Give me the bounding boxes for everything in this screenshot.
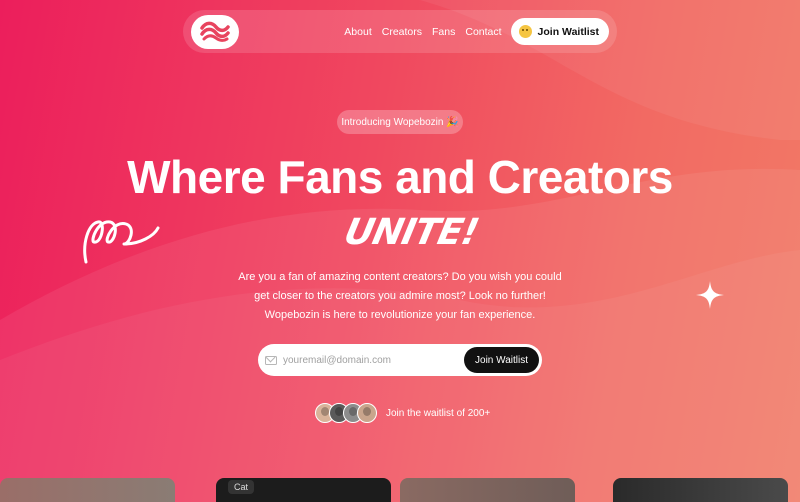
waitlist-social-proof: Join the waitlist of 200+: [315, 402, 490, 424]
nav-links: About Creators Fans Contact: [344, 26, 501, 38]
nav-link-contact[interactable]: Contact: [465, 26, 501, 38]
preview-card[interactable]: [400, 478, 575, 502]
join-waitlist-nav-button[interactable]: Join Waitlist: [510, 18, 609, 45]
squiggle-doodle-icon: [83, 220, 160, 264]
preview-card[interactable]: Cat: [216, 478, 391, 502]
avatar: [357, 403, 377, 423]
hero-headline: Where Fans and Creators: [127, 151, 673, 203]
preview-card-label: Cat: [228, 480, 255, 494]
preview-card[interactable]: [613, 478, 788, 502]
hero-script-word: UNITE!: [340, 212, 482, 253]
waitlist-signup-form: Join Waitlist: [258, 344, 542, 376]
top-nav: About Creators Fans Contact Join Waitlis…: [183, 10, 617, 53]
join-waitlist-nav-label: Join Waitlist: [537, 25, 599, 38]
avatar-group: [315, 403, 377, 423]
hero-description: Are you a fan of amazing content creator…: [238, 271, 562, 321]
preview-card[interactable]: [0, 478, 175, 502]
email-input[interactable]: [283, 354, 465, 366]
wopebozin-logo[interactable]: [191, 14, 239, 49]
mail-icon: [265, 355, 277, 365]
nav-link-fans[interactable]: Fans: [432, 26, 455, 38]
intro-badge: Introducing Wopebozin 🎉: [337, 110, 463, 134]
sparkle-icon: [696, 281, 724, 309]
waitlist-count-text: Join the waitlist of 200+: [386, 407, 491, 419]
nav-link-about[interactable]: About: [344, 26, 371, 38]
nav-link-creators[interactable]: Creators: [382, 26, 422, 38]
join-waitlist-submit-button[interactable]: Join Waitlist: [464, 347, 539, 373]
smiley-emoji-icon: [518, 25, 532, 38]
logo-waves-icon: [200, 21, 230, 42]
